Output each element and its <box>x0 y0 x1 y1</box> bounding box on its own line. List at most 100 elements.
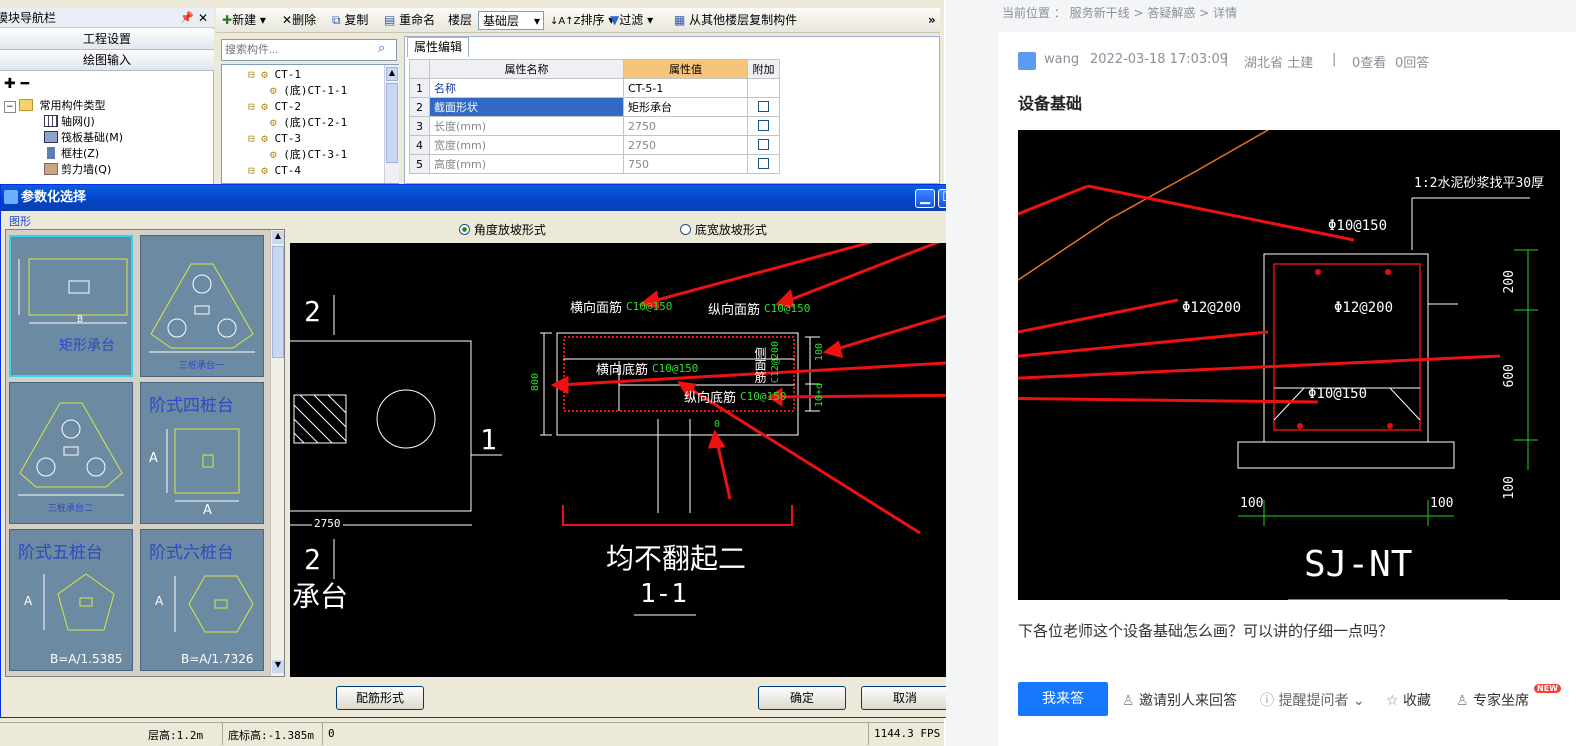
delete-button[interactable]: ✕删除 <box>282 11 316 30</box>
info-icon: ⓘ <box>1260 693 1279 709</box>
dim-label: A <box>203 503 212 518</box>
label-bot-longitudinal: 纵向底筋 <box>684 391 737 406</box>
floor-select[interactable]: 基础层 ▾ <box>478 11 544 30</box>
question-image[interactable]: 1:2水泥砂浆找平30厚 Φ10@150 Φ12@200 Φ12@200 Φ10… <box>1018 130 1560 600</box>
component-tree-item[interactable]: ⚙ (底)CT-2-1 <box>248 115 347 131</box>
extra-checkbox[interactable] <box>758 157 769 169</box>
answer-button[interactable]: 我来答 <box>1018 682 1108 716</box>
tree-item-label: 框柱(Z) <box>61 147 100 160</box>
module-nav-panel: 模块导航栏 📌 ✕ 工程设置 绘图输入 ✚ ━ − 常用构件类型 轴网(J) 筏… <box>0 8 214 184</box>
separator: | <box>1224 52 1229 67</box>
filter-label: 过滤 <box>619 13 644 27</box>
shape-card-three-pile-1[interactable]: 三桩承台一 <box>140 235 264 377</box>
tree-root[interactable]: − 常用构件类型 <box>4 98 212 114</box>
value-side-bar: C12@200 <box>770 341 781 384</box>
component-tree-label: (底)CT-3-1 <box>283 148 348 161</box>
search-icon[interactable]: ⌕ <box>378 41 385 56</box>
extra-checkbox[interactable] <box>758 138 769 150</box>
rebar-form-button[interactable]: 配筋形式 <box>336 686 424 710</box>
tree-root-label: 常用构件类型 <box>39 99 106 112</box>
shape-card-step-six-pile[interactable]: 阶式六桩台 A B=A/1.7326 <box>140 529 264 671</box>
extra-checkbox[interactable] <box>758 100 769 112</box>
answer-count: 0回答 <box>1395 56 1430 71</box>
sort-label: 排序 <box>580 13 605 27</box>
property-row[interactable]: 4 宽度(mm) 2750 <box>409 135 780 155</box>
ok-button[interactable]: 确定 <box>758 686 846 710</box>
dim-label: B=A/1.7326 <box>181 652 254 666</box>
nav-button-project-settings[interactable]: 工程设置 <box>0 29 214 50</box>
drawing-dim-100-left: 100 <box>1240 496 1264 511</box>
component-tree-item[interactable]: ⊟ ⚙ CT-1 <box>248 67 347 83</box>
expand-gear-icon: ⊟ ⚙ <box>248 68 275 81</box>
favorite-link[interactable]: ☆ 收藏 <box>1386 690 1431 710</box>
shape-card-step-four-pile[interactable]: 阶式四桩台 A A <box>140 382 264 524</box>
component-search: ⌕ <box>221 39 397 61</box>
component-tree-item[interactable]: ⊟ ⚙ CT-4 <box>248 163 347 179</box>
dim-label: A <box>24 594 33 608</box>
property-row[interactable]: 1 名称 CT-5-1 <box>409 78 780 98</box>
invite-answer-link[interactable]: ♙ 邀请别人来回答 <box>1122 690 1237 710</box>
search-input[interactable] <box>222 40 372 60</box>
shape-card-three-pile-2[interactable]: 三桩承台二 <box>9 382 133 524</box>
property-row[interactable]: 5 高度(mm) 750 <box>409 154 780 174</box>
component-tree-rows: ⊟ ⚙ CT-1 ⚙ (底)CT-1-1 ⊟ ⚙ CT-2 ⚙ (底)CT-2-1 ⊟ … <box>248 67 347 179</box>
property-row[interactable]: 2 截面形状 矩形承台 <box>409 97 780 117</box>
nav-button-label: 绘图输入 <box>82 53 131 67</box>
shape-label: 三桩承台二 <box>48 504 94 514</box>
section-no-bottom: 2 <box>304 543 321 576</box>
tab-property-edit[interactable]: 属性编辑 <box>407 37 469 57</box>
component-tree-label: (底)CT-1-1 <box>283 84 348 97</box>
filter-button[interactable]: ▼过滤 ▾ <box>610 11 653 30</box>
nav-button-drawing-input[interactable]: 绘图输入 <box>0 50 214 71</box>
user-name[interactable]: wang <box>1044 52 1079 67</box>
cad-caption: 承台 <box>292 580 349 613</box>
dim-label: B=A/1.5385 <box>50 652 123 666</box>
four-pile-shape-icon <box>166 428 240 502</box>
component-tree-item[interactable]: ⊟ ⚙ CT-2 <box>248 99 347 115</box>
property-row-no: 3 <box>409 116 430 136</box>
radio-angle-slope[interactable]: 角度放坡形式 <box>459 221 546 238</box>
sort-button[interactable]: ↓A↑Z排序 ▾ <box>550 11 614 30</box>
property-row[interactable]: 3 长度(mm) 2750 <box>409 116 780 136</box>
tree-item-raft[interactable]: 筏板基础(M) <box>4 130 212 146</box>
status-base-elevation: 底标高:-1.385m <box>228 729 314 742</box>
tree-item-shear-wall[interactable]: 剪力墙(Q) <box>4 162 212 178</box>
copy-button[interactable]: ⧉ 复制 <box>332 11 368 30</box>
component-tree-item[interactable]: ⚙ (底)CT-1-1 <box>248 83 347 99</box>
component-list-scrollbar[interactable]: ▲ <box>384 65 399 183</box>
rebar-form-label: 配筋形式 <box>355 691 404 705</box>
component-tree-item[interactable]: ⊟ ⚙ CT-3 <box>248 131 347 147</box>
shape-card-rect-cap[interactable]: B 矩形承台 <box>9 235 133 377</box>
toolbar-overflow-icon[interactable]: » <box>928 11 936 30</box>
expert-seat-link[interactable]: ♙ 专家坐席 <box>1456 690 1529 710</box>
copy-from-floor-button[interactable]: ▦ 从其他楼层复制构件 <box>674 11 797 30</box>
favorite-label: 收藏 <box>1403 693 1432 709</box>
shape-card-step-five-pile[interactable]: 阶式五桩台 A B=A/1.5385 <box>9 529 133 671</box>
expand-collapse-icons[interactable]: ✚ ━ <box>4 76 29 92</box>
minimize-button[interactable]: ▁ <box>915 189 935 208</box>
tree-item-column[interactable]: 框柱(Z) <box>4 146 212 162</box>
tree-item-grid[interactable]: 轴网(J) <box>4 114 212 130</box>
invite-label: 邀请别人来回答 <box>1139 693 1238 709</box>
ok-label: 确定 <box>789 691 814 705</box>
property-row-extra <box>747 78 780 98</box>
rename-button[interactable]: ▤ 重命名 <box>384 11 435 30</box>
copy-floor-icon: ▦ <box>674 13 686 27</box>
close-icon[interactable]: ✕ <box>198 8 208 28</box>
avatar[interactable] <box>1018 52 1036 70</box>
star-icon: ☆ <box>1386 693 1404 709</box>
breadcrumb[interactable]: 当前位置 ： 服务新干线 > 答疑解惑 > 详情 <box>1002 4 1237 21</box>
property-row-extra <box>747 135 780 155</box>
tree-item-label: 筏板基础(M) <box>61 131 124 144</box>
component-tree-item[interactable]: ⚙ (底)CT-3-1 <box>248 147 347 163</box>
copy-label: 复制 <box>344 13 369 27</box>
rename-label: 重命名 <box>399 13 436 27</box>
new-button[interactable]: ✚新建 ▾ <box>222 11 266 30</box>
remind-asker-link[interactable]: ⓘ 提醒提问者 ⌄ <box>1260 690 1365 710</box>
floor-select-value: 基础层 <box>483 14 520 28</box>
extra-checkbox[interactable] <box>758 119 769 131</box>
shape-gallery-scrollbar[interactable]: ▲ ▼ <box>270 230 284 676</box>
cancel-button[interactable]: 取消 <box>861 686 949 710</box>
radio-width-slope[interactable]: 底宽放坡形式 <box>680 221 767 238</box>
pin-icon[interactable]: 📌 <box>180 8 194 28</box>
